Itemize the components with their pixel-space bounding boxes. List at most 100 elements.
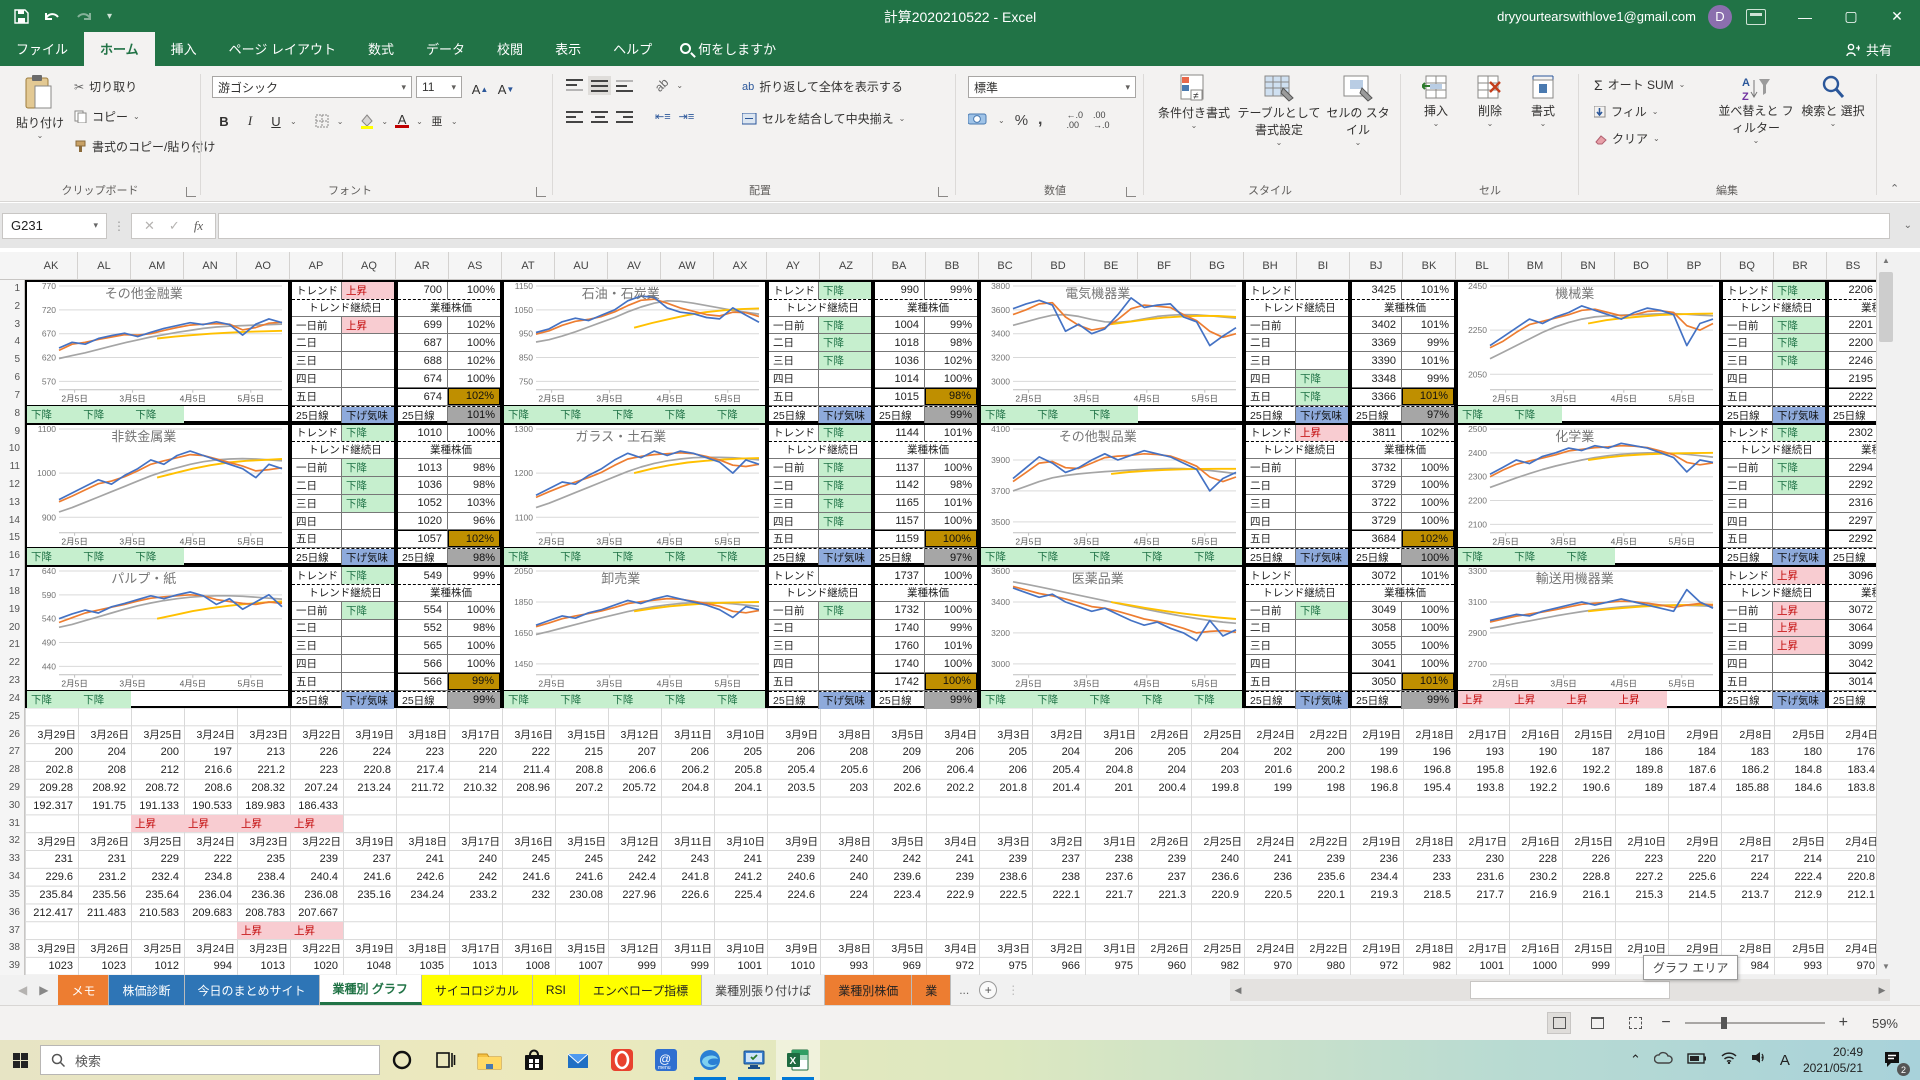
chart-その他製品業[interactable]: 41003900370035002月5日3月5日4月5日5月5日その他製品業 bbox=[981, 425, 1242, 548]
taskbar-search[interactable]: 検索 bbox=[40, 1045, 380, 1075]
align-left-icon[interactable] bbox=[566, 110, 583, 123]
date-cell[interactable]: 2月9日 bbox=[1668, 832, 1721, 850]
value-cell[interactable]: 211.4 bbox=[502, 761, 555, 779]
chart-卸売業[interactable]: 20501850165014502月5日3月5日4月5日5月5日卸売業 bbox=[504, 567, 765, 690]
value-cell[interactable]: 192.2 bbox=[1562, 761, 1615, 779]
value-cell[interactable]: 187 bbox=[1562, 743, 1615, 761]
align-center-icon[interactable] bbox=[591, 110, 608, 123]
delete-cells-button[interactable]: 削除⌄ bbox=[1466, 74, 1514, 128]
font-name-combo[interactable]: 游ゴシック▾ bbox=[212, 76, 412, 98]
underline-dropdown[interactable]: ⌄ bbox=[290, 117, 297, 126]
value-cell[interactable]: 207.667 bbox=[290, 904, 343, 922]
value-cell[interactable]: 203.5 bbox=[767, 779, 820, 797]
value-cell[interactable]: 212.9 bbox=[1774, 886, 1827, 904]
conditional-formatting-button[interactable]: ≠ 条件付き書式⌄ bbox=[1158, 74, 1230, 130]
column-header-BO[interactable]: BO bbox=[1615, 252, 1668, 280]
value-cell[interactable]: 972 bbox=[926, 957, 979, 975]
find-select-button[interactable]: 検索と 選択⌄ bbox=[1800, 74, 1866, 128]
mark-cell[interactable]: 上昇 bbox=[290, 922, 343, 940]
value-cell[interactable]: 235.16 bbox=[343, 886, 396, 904]
value-cell[interactable]: 206.4 bbox=[926, 761, 979, 779]
column-header-BJ[interactable]: BJ bbox=[1350, 252, 1403, 280]
scroll-up-arrow[interactable]: ▲ bbox=[1877, 252, 1895, 269]
clipboard-dialog-launcher[interactable] bbox=[186, 187, 196, 197]
date-cell[interactable]: 3月23日 bbox=[237, 939, 290, 957]
value-cell[interactable]: 202.6 bbox=[873, 779, 926, 797]
date-cell[interactable]: 2月26日 bbox=[1138, 726, 1191, 744]
value-cell[interactable]: 236.6 bbox=[1191, 868, 1244, 886]
row-header-16[interactable]: 16 bbox=[9, 550, 20, 561]
row-header-12[interactable]: 12 bbox=[9, 479, 20, 490]
chart-化学業[interactable]: 250024002300220021002月5日3月5日4月5日5月5日化学業 bbox=[1458, 425, 1719, 548]
date-cell[interactable]: 3月3日 bbox=[979, 832, 1032, 850]
date-cell[interactable]: 3月10日 bbox=[714, 832, 767, 850]
row-header-29[interactable]: 29 bbox=[9, 782, 20, 793]
chart-block-医薬品業[interactable]: 36003400320030002月5日3月5日4月5日5月5日医薬品業下降下降… bbox=[979, 565, 1244, 708]
column-header-AV[interactable]: AV bbox=[608, 252, 661, 280]
value-cell[interactable]: 241.6 bbox=[555, 868, 608, 886]
font-color-dropdown[interactable]: ⌄ bbox=[416, 117, 423, 126]
value-cell[interactable]: 207.2 bbox=[555, 779, 608, 797]
date-cell[interactable]: 3月22日 bbox=[290, 832, 343, 850]
chart-block-卸売業[interactable]: 20501850165014502月5日3月5日4月5日5月5日卸売業下降下降下… bbox=[502, 565, 767, 708]
column-header-BK[interactable]: BK bbox=[1403, 252, 1456, 280]
column-header-AZ[interactable]: AZ bbox=[820, 252, 873, 280]
tab-overflow-dots[interactable]: ... bbox=[959, 983, 969, 997]
column-header-BB[interactable]: BB bbox=[926, 252, 979, 280]
value-cell[interactable]: 213.24 bbox=[343, 779, 396, 797]
value-cell[interactable]: 960 bbox=[1138, 957, 1191, 975]
row-header-11[interactable]: 11 bbox=[10, 461, 20, 472]
sheet-tab-エンベロープ指標[interactable]: エンベロープ指標 bbox=[580, 975, 702, 1005]
column-header-BP[interactable]: BP bbox=[1668, 252, 1721, 280]
tab-view[interactable]: 表示 bbox=[539, 32, 597, 66]
value-cell[interactable]: 211.72 bbox=[396, 779, 449, 797]
value-cell[interactable]: 236.36 bbox=[237, 886, 290, 904]
value-cell[interactable]: 183 bbox=[1721, 743, 1774, 761]
excel-icon[interactable]: X bbox=[776, 1040, 820, 1080]
zoom-level[interactable]: 59% bbox=[1862, 1016, 1898, 1031]
decrease-indent-icon[interactable]: ⇤≡ bbox=[655, 110, 671, 123]
value-cell[interactable]: 222.4 bbox=[1774, 868, 1827, 886]
value-cell[interactable]: 241.6 bbox=[343, 868, 396, 886]
monitor-app-icon[interactable] bbox=[732, 1040, 776, 1080]
date-cell[interactable]: 2月19日 bbox=[1350, 726, 1403, 744]
format-cells-button[interactable]: 書式⌄ bbox=[1520, 74, 1566, 128]
value-cell[interactable]: 972 bbox=[1350, 957, 1403, 975]
value-cell[interactable]: 204 bbox=[1138, 761, 1191, 779]
value-cell[interactable]: 220.9 bbox=[1191, 886, 1244, 904]
share-button[interactable]: 共有 bbox=[1846, 40, 1892, 59]
value-cell[interactable]: 201.4 bbox=[1032, 779, 1085, 797]
chart-電気機器業[interactable]: 380036003400320030002月5日3月5日4月5日5月5日電気機器… bbox=[981, 282, 1242, 405]
date-cell[interactable]: 3月3日 bbox=[979, 939, 1032, 957]
font-size-combo[interactable]: 11▾ bbox=[416, 76, 462, 98]
chart-非鉄金属業[interactable]: 110010009002月5日3月5日4月5日5月5日非鉄金属業 bbox=[27, 425, 288, 548]
value-cell[interactable]: 190.6 bbox=[1562, 779, 1615, 797]
value-cell[interactable]: 207.24 bbox=[290, 779, 343, 797]
value-cell[interactable]: 238 bbox=[1032, 868, 1085, 886]
value-cell[interactable]: 242 bbox=[608, 850, 661, 868]
column-header-AQ[interactable]: AQ bbox=[343, 252, 396, 280]
date-cell[interactable]: 3月24日 bbox=[184, 726, 237, 744]
mail-icon[interactable] bbox=[556, 1040, 600, 1080]
value-cell[interactable]: 223 bbox=[290, 761, 343, 779]
value-cell[interactable]: 224 bbox=[1721, 868, 1774, 886]
mark-cell[interactable]: 上昇 bbox=[237, 922, 290, 940]
row-header-26[interactable]: 26 bbox=[9, 729, 20, 740]
date-cell[interactable]: 3月8日 bbox=[820, 726, 873, 744]
value-cell[interactable]: 240.4 bbox=[290, 868, 343, 886]
value-cell[interactable]: 224 bbox=[820, 886, 873, 904]
row-header-21[interactable]: 21 bbox=[9, 639, 20, 650]
value-cell[interactable]: 236.04 bbox=[184, 886, 237, 904]
taskbar-clock[interactable]: 20:492021/05/21 bbox=[1803, 1044, 1863, 1076]
date-cell[interactable]: 3月5日 bbox=[873, 726, 926, 744]
value-cell[interactable]: 232 bbox=[502, 886, 555, 904]
hscroll-left-arrow[interactable]: ◀ bbox=[1230, 985, 1246, 996]
value-cell[interactable]: 236.08 bbox=[290, 886, 343, 904]
sheet-tab-業種別 グラフ[interactable]: 業種別 グラフ bbox=[320, 975, 422, 1005]
row-header-7[interactable]: 7 bbox=[14, 390, 20, 401]
value-cell[interactable]: 223 bbox=[1615, 850, 1668, 868]
date-cell[interactable]: 3月8日 bbox=[820, 939, 873, 957]
value-cell[interactable]: 969 bbox=[873, 957, 926, 975]
value-cell[interactable]: 201.6 bbox=[1244, 761, 1297, 779]
value-cell[interactable]: 239 bbox=[926, 868, 979, 886]
